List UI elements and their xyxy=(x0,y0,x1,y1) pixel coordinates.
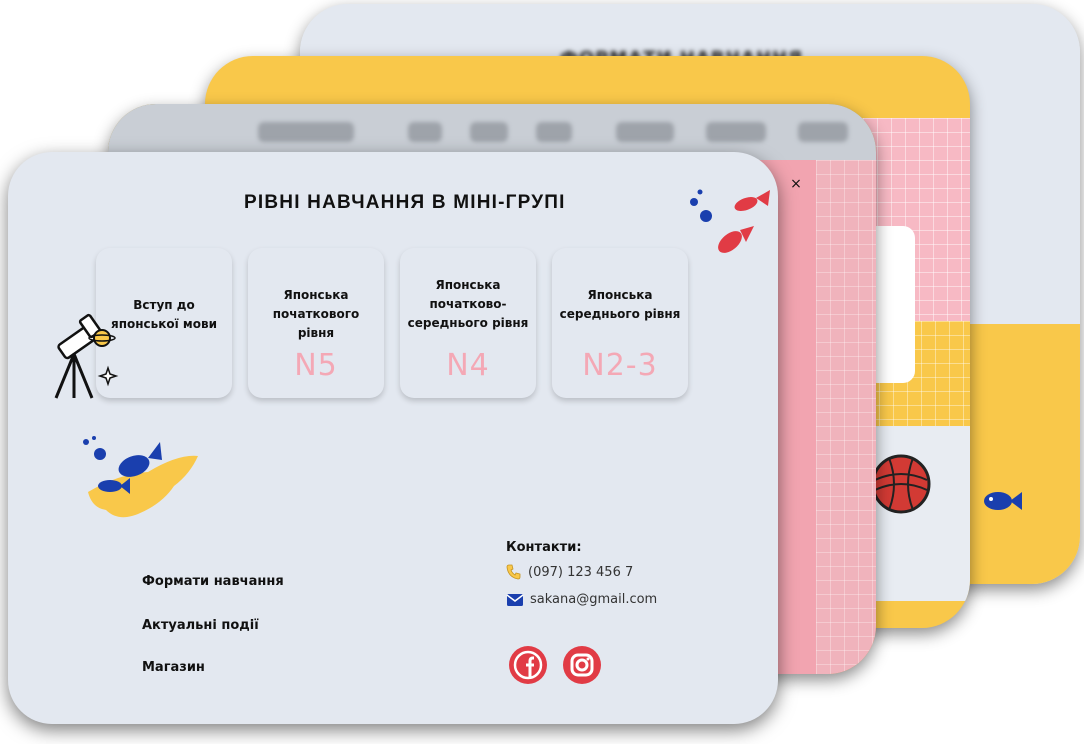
phone-number: (097) 123 456 7 xyxy=(528,564,634,580)
footer-link-shop[interactable]: Магазин xyxy=(142,660,205,675)
levels-card: РІВНІ НАВЧАННЯ В МІНІ-ГРУПІ Вступ до япо… xyxy=(8,152,778,724)
level-code: N4 xyxy=(446,348,490,383)
footer-link-events[interactable]: Актуальні події xyxy=(142,618,259,633)
email-address: sakana@gmail.com xyxy=(530,592,658,607)
level-name: Японська середнього рівня xyxy=(559,288,681,321)
instagram-icon xyxy=(570,653,594,677)
level-name: Японська початкового рівня xyxy=(272,288,360,340)
fish-logo-icon xyxy=(83,436,198,518)
facebook-button[interactable] xyxy=(509,646,547,684)
level-code: N2-3 xyxy=(582,348,658,383)
phone-contact[interactable]: (097) 123 456 7 xyxy=(506,564,633,580)
facebook-icon xyxy=(513,650,543,680)
level-name: Японська початково-середнього рівня xyxy=(407,278,529,330)
level-card-n5[interactable]: Японська початкового рівня N5 xyxy=(248,248,384,398)
close-icon[interactable]: × xyxy=(786,176,806,192)
ball-icon xyxy=(871,454,931,514)
fish-decoration-icon xyxy=(690,189,770,253)
footer-link-formats[interactable]: Формати навчання xyxy=(142,574,284,589)
fish-icon xyxy=(984,492,1022,510)
level-card-n4[interactable]: Японська початково-середнього рівня N4 xyxy=(400,248,536,398)
telescope-icon xyxy=(54,313,119,399)
mail-icon xyxy=(506,593,524,606)
level-card-n2-3[interactable]: Японська середнього рівня N2-3 xyxy=(552,248,688,398)
instagram-button[interactable] xyxy=(563,646,601,684)
level-code: N5 xyxy=(294,348,338,383)
contacts-title: Контакти: xyxy=(506,540,582,555)
email-contact[interactable]: sakana@gmail.com xyxy=(506,592,657,607)
page-title: РІВНІ НАВЧАННЯ В МІНІ-ГРУПІ xyxy=(244,192,566,213)
phone-icon xyxy=(506,564,521,580)
